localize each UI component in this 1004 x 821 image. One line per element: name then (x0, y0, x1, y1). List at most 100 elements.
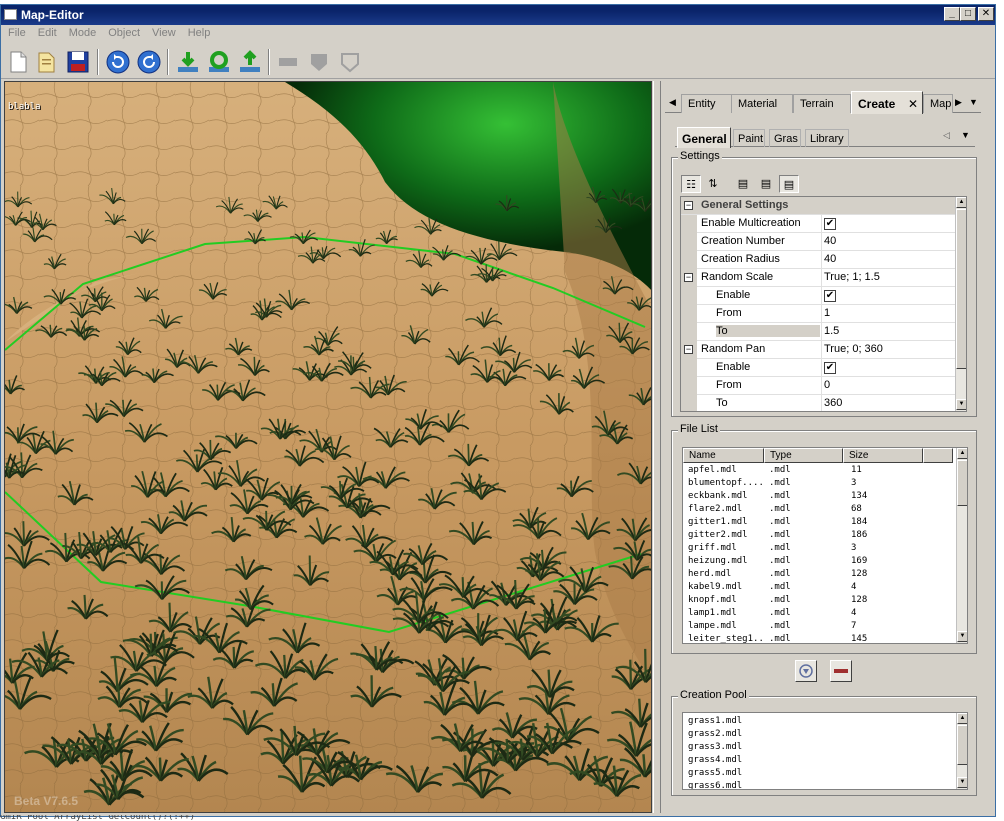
file-row[interactable]: griff.mdl .mdl 3 (683, 542, 953, 555)
prop-pan-from[interactable]: From 0 (681, 377, 956, 395)
subtab-library[interactable]: Library (805, 129, 849, 147)
prop-pan-enable[interactable]: Enable ✔ (681, 359, 956, 377)
collapse-icon[interactable]: − (684, 273, 693, 282)
prop-scale-to[interactable]: To 1.5 (681, 323, 956, 341)
prop-value[interactable]: 0 (821, 377, 956, 395)
open-icon[interactable] (34, 49, 60, 75)
view1-icon[interactable]: ▤ (733, 175, 753, 193)
new-icon[interactable] (5, 49, 31, 75)
pool-item[interactable]: grass2.mdl (688, 729, 742, 742)
panel-splitter[interactable] (653, 81, 661, 813)
pool-item[interactable]: grass6.mdl (688, 781, 742, 789)
scroll-up-icon[interactable]: ▲ (956, 197, 966, 208)
menu-view[interactable]: View (145, 25, 181, 39)
prop-pan-to[interactable]: To 360 (681, 395, 956, 411)
close-tab-icon[interactable]: ✕ (908, 97, 918, 111)
subtab-menu-icon[interactable]: ▼ (961, 130, 970, 140)
prop-scale-enable[interactable]: Enable ✔ (681, 287, 956, 305)
tab-create[interactable]: Create ✕ (851, 91, 923, 114)
file-row[interactable]: knopf.mdl .mdl 128 (683, 594, 953, 607)
3d-viewport[interactable]: blabla Beta V7.6.5 (4, 81, 652, 813)
minimize-button[interactable]: _ (944, 7, 960, 21)
checkbox[interactable]: ✔ (824, 362, 836, 374)
prop-random-pan[interactable]: − Random Pan True; 0; 360 (681, 341, 956, 359)
filelist-scrollbar[interactable]: ▲ ▼ (956, 448, 967, 643)
view2-icon[interactable]: ▤ (756, 175, 776, 193)
menu-file[interactable]: File (1, 25, 31, 39)
file-row[interactable]: gitter1.mdl .mdl 184 (683, 516, 953, 529)
tab-map[interactable]: Map (923, 94, 953, 113)
file-row[interactable]: eckbank.mdl .mdl 134 (683, 490, 953, 503)
prop-value[interactable]: 1 (821, 305, 956, 323)
terrain-scene[interactable] (5, 82, 652, 813)
propgrid-scrollbar[interactable]: ▲ ▼ (955, 197, 966, 411)
scroll-thumb[interactable] (957, 725, 967, 765)
prop-value[interactable]: ✔ (821, 359, 956, 377)
settings-property-grid[interactable]: − General Settings Enable Multicreation … (680, 196, 967, 412)
prop-value[interactable]: True; 1; 1.5 (821, 269, 956, 287)
prop-random-scale[interactable]: − Random Scale True; 1; 1.5 (681, 269, 956, 287)
pool-item[interactable]: grass5.mdl (688, 768, 742, 781)
prop-value[interactable]: ✔ (821, 287, 956, 305)
pool-scrollbar[interactable]: ▲ ▼ (956, 713, 967, 789)
category-general-settings[interactable]: − General Settings (681, 197, 956, 215)
subtab-prev-icon[interactable]: ◁ (943, 130, 950, 141)
tab-scroll-left-icon[interactable]: ◀ (669, 97, 676, 108)
file-row[interactable]: kabel9.mdl .mdl 4 (683, 581, 953, 594)
tab-scroll-right-icon[interactable]: ▶ (955, 97, 962, 108)
subtab-paint[interactable]: Paint (733, 129, 765, 147)
scroll-thumb[interactable] (956, 209, 966, 369)
undo-icon[interactable] (105, 49, 131, 75)
subtab-general[interactable]: General (677, 127, 731, 148)
pool-item[interactable]: grass1.mdl (688, 716, 742, 729)
scroll-up-icon[interactable]: ▲ (957, 713, 967, 724)
tool1-icon[interactable] (275, 49, 301, 75)
scroll-down-icon[interactable]: ▼ (956, 399, 966, 410)
menu-help[interactable]: Help (181, 25, 216, 39)
scroll-down-icon[interactable]: ▼ (957, 777, 967, 788)
scroll-down-icon[interactable]: ▼ (957, 631, 967, 642)
menu-edit[interactable]: Edit (31, 25, 62, 39)
tab-entity[interactable]: Entity (681, 94, 733, 113)
add-to-pool-button[interactable] (795, 660, 817, 682)
save-icon[interactable] (65, 49, 91, 75)
collapse-icon[interactable]: − (684, 345, 693, 354)
checkbox[interactable]: ✔ (824, 218, 836, 230)
prop-creation-number[interactable]: Creation Number 40 (681, 233, 956, 251)
pool-item[interactable]: grass4.mdl (688, 755, 742, 768)
checkbox[interactable]: ✔ (824, 290, 836, 302)
file-row[interactable]: lamp1.mdl .mdl 4 (683, 607, 953, 620)
col-name[interactable]: Name (683, 448, 764, 463)
maximize-button[interactable]: □ (960, 7, 976, 21)
pool-item[interactable]: grass3.mdl (688, 742, 742, 755)
scroll-thumb[interactable] (957, 460, 967, 506)
prop-value[interactable]: 40 (821, 233, 956, 251)
alphabetical-icon[interactable]: ⇅ (703, 175, 723, 193)
rotate-icon[interactable] (206, 49, 232, 75)
close-button[interactable]: ✕ (978, 7, 994, 21)
tab-material[interactable]: Material (731, 94, 793, 113)
tool3-icon[interactable] (337, 49, 363, 75)
file-row[interactable]: herd.mdl .mdl 128 (683, 568, 953, 581)
prop-value[interactable]: ✔ (821, 215, 956, 233)
move-icon[interactable] (175, 49, 201, 75)
title-bar[interactable]: Map-Editor _ □ ✕ (1, 5, 995, 25)
prop-value[interactable]: True; 0; 360 (821, 341, 956, 359)
menu-object[interactable]: Object (101, 25, 145, 39)
file-row[interactable]: gitter2.mdl .mdl 186 (683, 529, 953, 542)
tab-menu-icon[interactable]: ▼ (969, 97, 978, 107)
scale-icon[interactable] (237, 49, 263, 75)
prop-value[interactable]: 40 (821, 251, 956, 269)
file-row[interactable]: leiter_steg1.... .mdl 145 (683, 633, 953, 643)
col-type[interactable]: Type (764, 448, 843, 463)
tab-terrain[interactable]: Terrain (793, 94, 851, 113)
collapse-icon[interactable]: − (684, 201, 693, 210)
col-size[interactable]: Size (843, 448, 923, 463)
prop-value[interactable]: 360 (821, 395, 956, 411)
creation-pool-list[interactable]: grass1.mdl grass2.mdl grass3.mdl grass4.mdl… (682, 712, 968, 790)
prop-enable-multicreation[interactable]: Enable Multicreation ✔ (681, 215, 956, 233)
prop-creation-radius[interactable]: Creation Radius 40 (681, 251, 956, 269)
redo-icon[interactable] (136, 49, 162, 75)
file-row[interactable]: lampe.mdl .mdl 7 (683, 620, 953, 633)
categorized-icon[interactable]: ☷ (681, 175, 701, 193)
